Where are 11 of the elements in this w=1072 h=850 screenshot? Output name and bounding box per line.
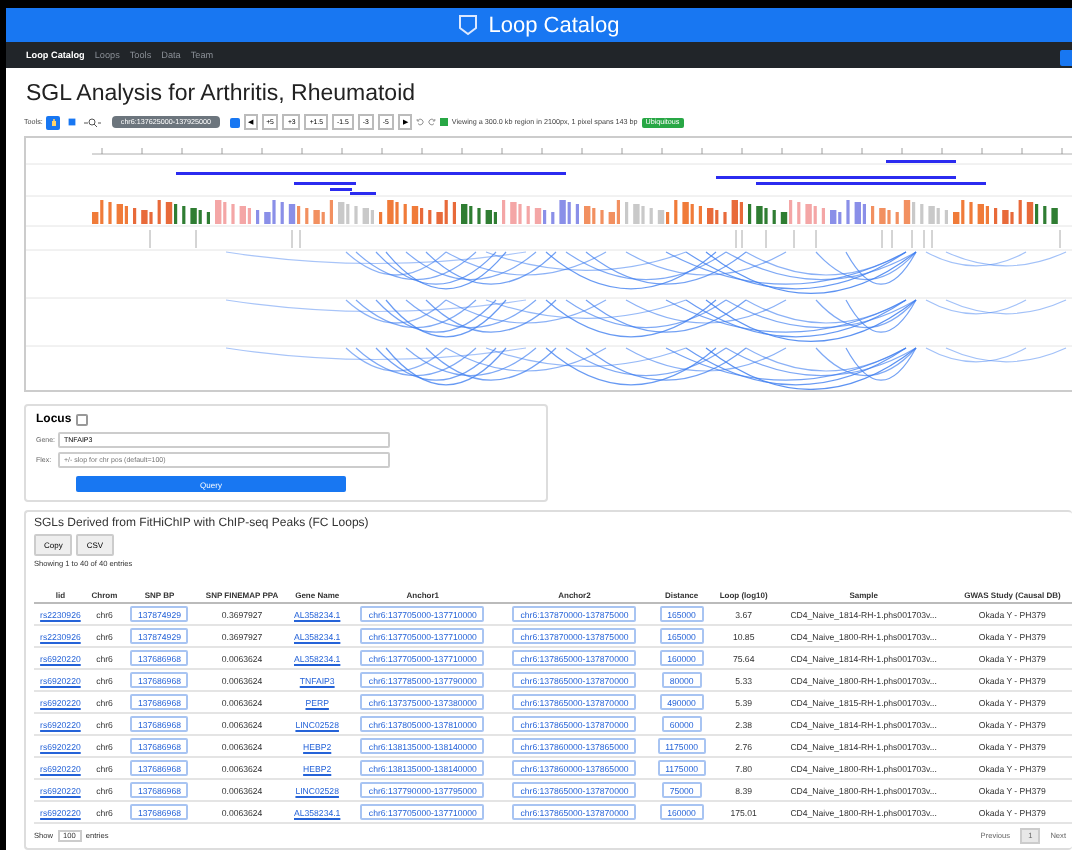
shield-icon bbox=[458, 14, 479, 37]
tool-button[interactable] bbox=[46, 115, 61, 129]
partial-nav-button[interactable] bbox=[1060, 50, 1072, 67]
page-title: SGL Analysis for Arthritis, Rheumatoid bbox=[26, 82, 418, 106]
info-icon bbox=[75, 414, 88, 426]
site-title: Loop Catalog bbox=[488, 13, 620, 38]
redo-icon[interactable] bbox=[427, 118, 436, 126]
tool-button[interactable] bbox=[64, 115, 79, 129]
status-square bbox=[439, 118, 448, 126]
zoom-icon[interactable] bbox=[82, 117, 103, 127]
undo-icon[interactable] bbox=[415, 118, 424, 126]
